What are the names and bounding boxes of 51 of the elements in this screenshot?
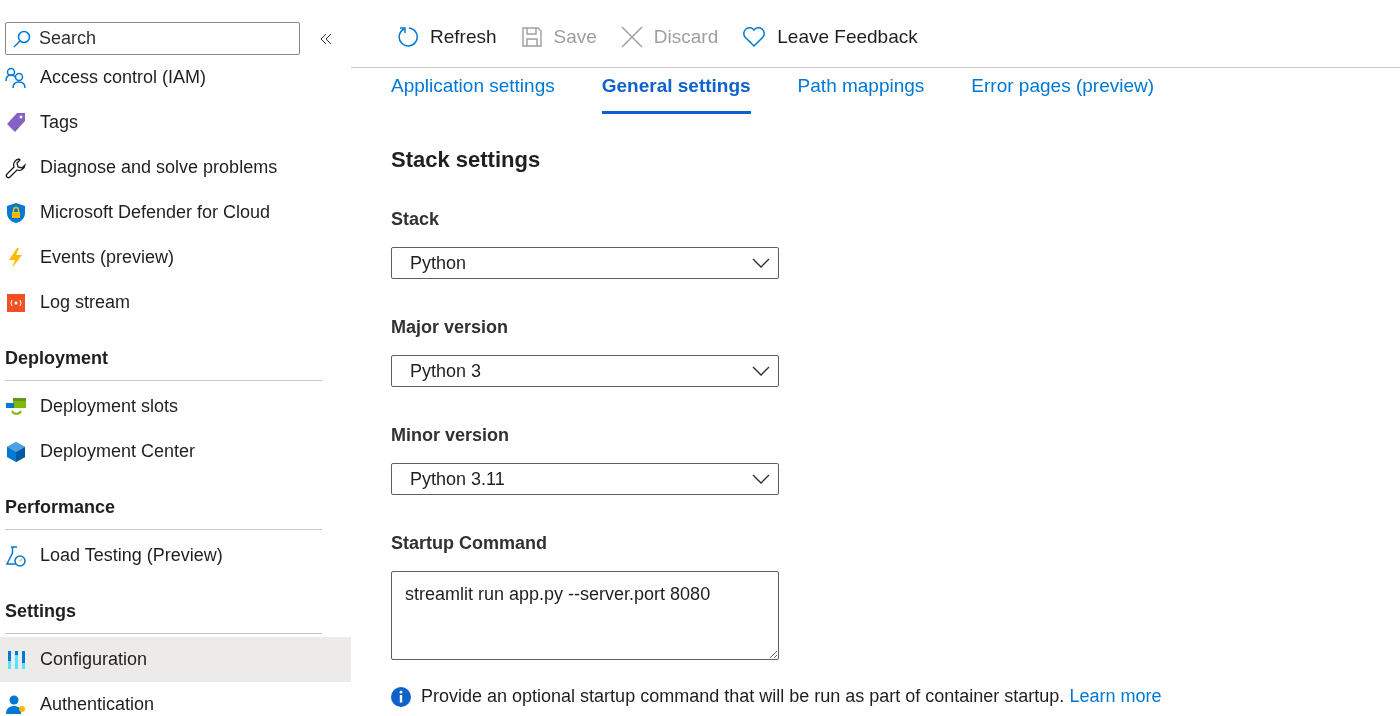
field-label: Stack: [391, 209, 441, 230]
nav-item[interactable]: Microsoft Defender for Cloud: [0, 190, 351, 235]
slots-icon: [5, 395, 27, 418]
dropdown[interactable]: Python: [391, 247, 779, 279]
tab[interactable]: General settings: [601, 68, 751, 114]
section-heading: Settings: [5, 578, 322, 634]
flask-gauge-icon: [5, 544, 27, 567]
nav-item[interactable]: Tags: [0, 100, 351, 145]
search-icon: [13, 30, 31, 48]
tag-icon: [5, 111, 27, 134]
sliders-icon: [5, 648, 27, 671]
broadcast-icon: [5, 291, 27, 314]
nav-item[interactable]: Configuration: [0, 637, 351, 682]
field-label: Startup Command: [391, 533, 548, 554]
wrench-icon: [5, 156, 27, 179]
section-title: Stack settings: [391, 147, 542, 173]
nav-item[interactable]: Deployment Center: [0, 429, 351, 474]
startup-command-field[interactable]: streamlit run app.py --server.port 8080: [391, 571, 779, 660]
toolbar-button[interactable]: Leave Feedback: [742, 25, 918, 48]
dropdown[interactable]: Python 3.11: [391, 463, 779, 495]
close-icon: [620, 25, 643, 48]
field-label: Major version: [391, 317, 510, 338]
user-key-icon: [5, 693, 27, 716]
field-label: Minor version: [391, 425, 511, 446]
nav-item[interactable]: Diagnose and solve problems: [0, 145, 351, 190]
people-icon: [5, 66, 27, 89]
section-heading: Performance: [5, 474, 322, 530]
shield-icon: [5, 201, 27, 224]
info-icon: [391, 686, 411, 707]
dropdown[interactable]: Python 3: [391, 355, 779, 387]
section-heading: Deployment: [5, 325, 322, 381]
chevron-down-icon: [752, 366, 770, 376]
cube-icon: [5, 440, 27, 463]
nav-item[interactable]: Load Testing (Preview): [0, 533, 351, 578]
toolbar-button[interactable]: Refresh: [397, 25, 497, 48]
nav-item[interactable]: Authentication: [0, 682, 351, 716]
tab[interactable]: Application settings: [391, 68, 555, 114]
heart-icon: [742, 25, 767, 48]
collapse-icon[interactable]: [320, 32, 332, 45]
search-field[interactable]: Search: [5, 22, 300, 55]
nav-item[interactable]: Access control (IAM): [0, 55, 351, 100]
nav-item[interactable]: Events (preview): [0, 235, 351, 280]
tab[interactable]: Path mappings: [797, 68, 925, 114]
tab[interactable]: Error pages (preview): [971, 68, 1155, 114]
info-text: Provide an optional startup command that will be run as part of container startup. Learn more: [421, 686, 1162, 707]
nav-item[interactable]: Log stream: [0, 280, 351, 325]
chevron-down-icon: [752, 258, 770, 268]
refresh-icon: [397, 25, 419, 48]
nav-item[interactable]: Deployment slots: [0, 384, 351, 429]
learn-more-link[interactable]: Learn more: [1069, 686, 1162, 706]
chevron-down-icon: [752, 474, 770, 484]
